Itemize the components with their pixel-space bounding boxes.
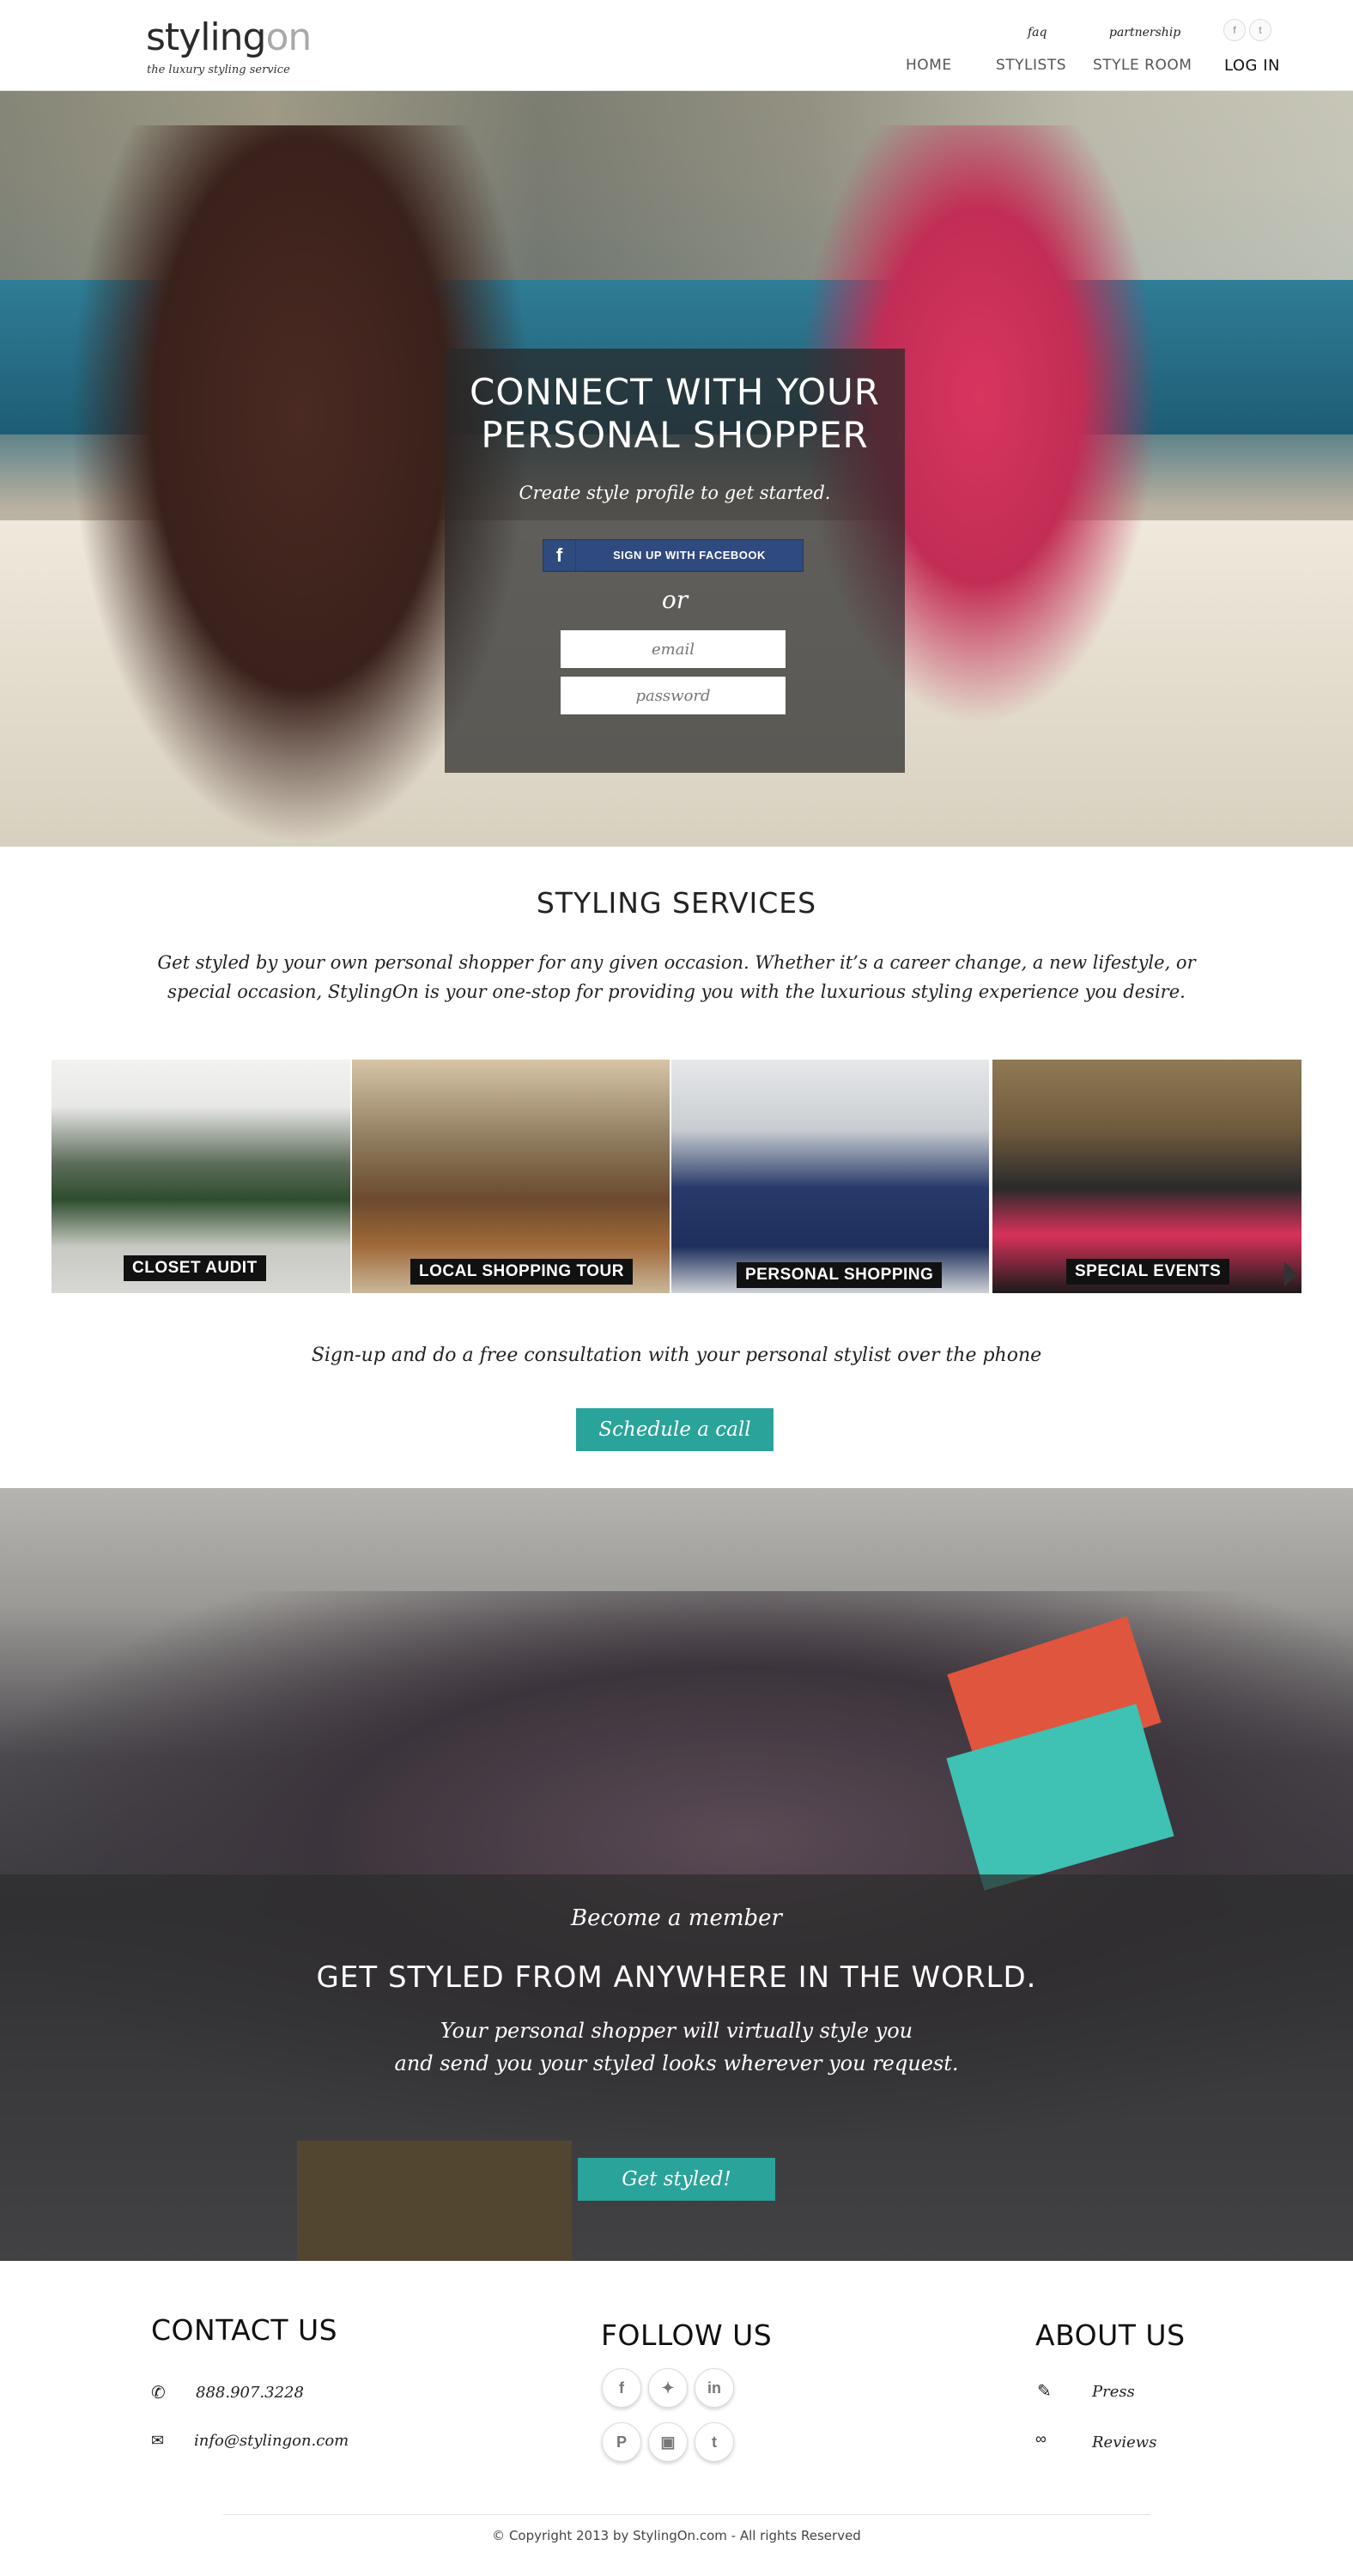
instagram-icon[interactable]: ▣ <box>648 2422 688 2462</box>
password-input[interactable] <box>561 677 786 714</box>
reviews-link[interactable]: Reviews <box>1092 2433 1156 2451</box>
schedule-call-button[interactable]: Schedule a call <box>576 1408 774 1451</box>
tagline: the luxury styling service <box>147 64 290 76</box>
service-tile-local-shopping-tour[interactable]: LOCAL SHOPPING TOUR <box>352 1060 670 1293</box>
signup-panel: CONNECT WITH YOUR PERSONAL SHOPPER Creat… <box>445 349 905 773</box>
nav-home[interactable]: HOME <box>906 57 952 74</box>
linkedin-icon[interactable]: in <box>695 2368 734 2408</box>
site-header: stylingon the luxury styling service faq… <box>0 0 1353 91</box>
service-tile-label: CLOSET AUDIT <box>124 1255 266 1281</box>
contact-phone[interactable]: 888.907.3228 <box>196 2384 304 2402</box>
services-description: Get styled by your own personal shopper … <box>146 948 1207 1006</box>
logo-word-on: on <box>265 15 312 59</box>
member-section: Become a member GET STYLED FROM ANYWHERE… <box>0 1488 1353 2261</box>
services-description-line2: special occasion, StylingOn is your one-… <box>167 981 1186 1002</box>
become-member-heading: Become a member <box>571 1905 782 1931</box>
facebook-icon: f <box>543 540 576 571</box>
services-title: STYLING SERVICES <box>536 886 817 920</box>
glasses-icon: ∞ <box>1035 2430 1047 2447</box>
contact-email[interactable]: info@stylingon.com <box>194 2432 349 2450</box>
tumblr-icon[interactable]: t <box>695 2422 734 2462</box>
nav-style-room[interactable]: STYLE ROOM <box>1093 57 1192 74</box>
faq-link[interactable]: faq <box>1028 26 1047 39</box>
press-link[interactable]: Press <box>1092 2383 1135 2401</box>
consultation-text: Sign-up and do a free consultation with … <box>311 1345 1042 1366</box>
nav-stylists[interactable]: STYLISTS <box>996 57 1066 74</box>
twitter-icon[interactable]: ✦ <box>648 2368 688 2408</box>
email-input[interactable] <box>561 630 786 668</box>
service-tile-personal-shopping[interactable]: PERSONAL SHOPPING <box>671 1060 989 1293</box>
get-styled-button[interactable]: Get styled! <box>578 2158 775 2201</box>
nav-login[interactable]: LOG IN <box>1224 57 1280 75</box>
pinterest-icon[interactable]: P <box>602 2422 641 2462</box>
hero-section: CONNECT WITH YOUR PERSONAL SHOPPER Creat… <box>0 91 1353 847</box>
next-arrow-icon[interactable] <box>1284 1262 1298 1286</box>
envelope-icon: ✉ <box>151 2432 165 2449</box>
service-tile-label: SPECIAL EVENTS <box>1066 1259 1230 1285</box>
phone-icon: ✆ <box>151 2384 166 2403</box>
footer-divider <box>223 2514 1150 2515</box>
signup-title-line2: PERSONAL SHOPPER <box>481 414 869 456</box>
member-text-line1: Your personal shopper will virtually sty… <box>440 2019 913 2043</box>
partnership-link[interactable]: partnership <box>1109 26 1180 39</box>
logo-word-styling: styling <box>146 15 266 59</box>
logo[interactable]: stylingon <box>146 15 312 59</box>
facebook-signup-button[interactable]: f SIGN UP WITH FACEBOOK <box>543 539 804 572</box>
signup-title-line1: CONNECT WITH YOUR <box>470 371 880 413</box>
member-headline: GET STYLED FROM ANYWHERE IN THE WORLD. <box>316 1960 1037 1995</box>
twitter-icon[interactable]: t <box>1249 19 1271 41</box>
contact-title: CONTACT US <box>151 2313 338 2347</box>
service-tile-closet-audit[interactable]: CLOSET AUDIT <box>52 1060 350 1293</box>
service-tile-label: PERSONAL SHOPPING <box>737 1262 943 1288</box>
facebook-icon[interactable]: f <box>602 2368 641 2408</box>
services-description-line1: Get styled by your own personal shopper … <box>157 952 1196 973</box>
service-tile-label: LOCAL SHOPPING TOUR <box>410 1259 633 1285</box>
follow-title: FOLLOW US <box>601 2318 773 2352</box>
signup-subtitle: Create style profile to get started. <box>519 483 831 503</box>
member-text-line2: and send you your styled looks wherever … <box>394 2051 959 2075</box>
about-title: ABOUT US <box>1035 2318 1186 2352</box>
facebook-signup-label: SIGN UP WITH FACEBOOK <box>613 549 766 562</box>
copyright: © Copyright 2013 by StylingOn.com - All … <box>492 2528 861 2543</box>
press-icon: ✎ <box>1037 2382 1052 2401</box>
facebook-icon[interactable]: f <box>1223 19 1246 41</box>
or-divider: or <box>661 586 689 614</box>
signup-title: CONNECT WITH YOUR PERSONAL SHOPPER <box>445 371 905 457</box>
service-tile-special-events[interactable]: SPECIAL EVENTS <box>992 1060 1301 1293</box>
